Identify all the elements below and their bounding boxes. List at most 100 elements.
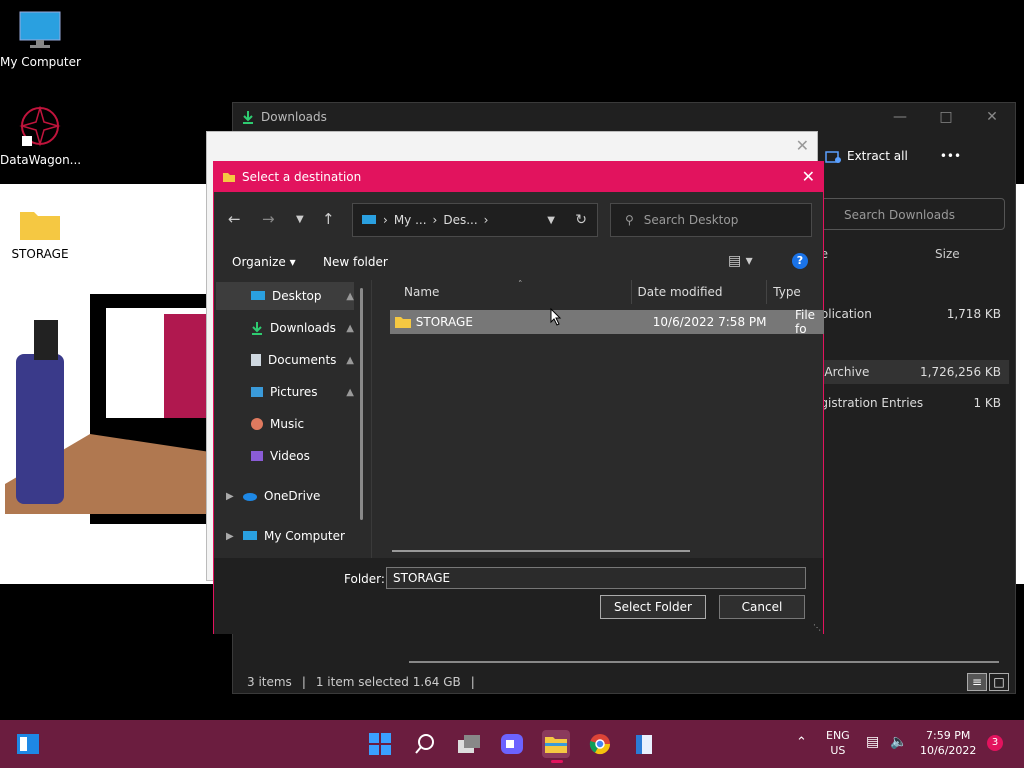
horizontal-scrollbar[interactable] [409,661,999,663]
monitor-icon [251,291,265,300]
pin-icon[interactable]: ▲ [346,355,354,366]
search-icon[interactable] [411,730,439,758]
cancel-button[interactable]: Cancel [719,595,805,619]
pin-icon[interactable]: ▲ [346,291,354,302]
network-icon[interactable]: ▤ [866,734,879,750]
sidebar-item-desktop[interactable]: Desktop ▲ [216,282,354,310]
up-icon[interactable]: ↑ [322,210,335,228]
more-options-button[interactable]: ••• [940,149,961,163]
clock[interactable]: 7:59 PM 10/6/2022 [920,728,976,758]
clock-time: 7:59 PM [926,729,971,742]
start-icon[interactable] [366,730,394,758]
vertical-scrollbar[interactable] [360,288,363,520]
divider: | [301,675,306,689]
dialog-titlebar[interactable]: Select a destination ✕ [214,162,823,192]
pin-icon[interactable]: ▲ [346,323,354,334]
chat-icon[interactable] [498,730,526,758]
close-icon[interactable]: ✕ [969,103,1015,131]
notification-badge[interactable]: 3 [987,735,1003,751]
tiles-view-icon[interactable]: □ [989,673,1009,691]
minimize-icon[interactable]: — [877,103,923,131]
monitor-icon [243,531,257,540]
sidebar-item-my-computer[interactable]: ▶ My Computer [216,522,354,550]
command-bar: Organize ▾ New folder ▤ ▾ ? [214,249,823,275]
widgets-icon[interactable] [14,730,42,758]
sidebar-item-downloads[interactable]: Downloads ▲ [216,314,354,342]
close-icon[interactable]: ✕ [796,136,809,155]
chevron-down-icon[interactable]: ▼ [296,214,304,225]
list-item[interactable]: pplication 1,718 KB [813,302,1009,326]
col-size[interactable]: Size [935,247,960,261]
music-icon [251,418,263,430]
search-desktop-input[interactable]: ⚲ Search Desktop [610,203,812,237]
language-indicator[interactable]: ENG US [826,728,850,758]
archive-icon [825,151,841,163]
chevron-up-icon[interactable]: ⌃ [796,735,807,750]
new-folder-button[interactable]: New folder [323,255,388,269]
sidebar-item-documents[interactable]: Documents ▲ [216,346,354,374]
notepad-icon[interactable] [630,730,658,758]
resize-grip-icon[interactable]: ⋱ [813,623,821,632]
task-view-icon[interactable] [455,730,483,758]
pin-icon[interactable]: ▲ [346,387,354,398]
col-type[interactable]: Type [767,280,824,304]
sidebar-item-label: Music [270,417,305,431]
chevron-right-icon[interactable]: ▶ [226,531,234,542]
folder-field[interactable]: STORAGE [386,567,806,589]
sidebar-item-onedrive[interactable]: ▶ OneDrive [216,482,354,510]
desktop-icon-my-computer[interactable]: My Computer [0,10,81,69]
sidebar-item-music[interactable]: Music [216,410,354,438]
table-row[interactable]: STORAGE 10/6/2022 7:58 PM File fo [390,308,824,336]
file-explorer-icon[interactable] [542,730,570,758]
col-date[interactable]: Date modified [632,280,768,304]
address-bar[interactable]: › My ... › Des... › ▼ ↻ [352,203,598,237]
view-options-icon[interactable]: ▤ ▾ [728,253,753,269]
clock-date: 10/6/2022 [920,744,977,757]
breadcrumb-item[interactable]: Des... [443,213,477,227]
navigation-bar: ← → ▼ ↑ › My ... › Des... › ▼ ↻ ⚲ Search… [214,203,823,237]
close-icon[interactable]: ✕ [802,167,815,186]
row-size: 1,718 KB [946,307,1001,321]
chrome-icon[interactable] [586,730,614,758]
list-item[interactable]: p Archive 1,726,256 KB [813,360,1009,384]
download-icon [252,322,262,335]
back-icon[interactable]: ← [228,210,241,228]
maximize-icon[interactable]: □ [923,103,969,131]
select-folder-button[interactable]: Select Folder [600,595,706,619]
breadcrumb-item[interactable]: My ... [394,213,427,227]
forward-icon[interactable]: → [262,210,275,228]
desktop-icon-datawagon[interactable]: DataWagon... [0,105,82,167]
row-type: egistration Entries [813,396,924,410]
status-selected: 1 item selected 1.64 GB [315,675,461,689]
downloads-search-input[interactable]: Search Downloads [811,198,1005,230]
list-item[interactable]: egistration Entries 1 KB [813,391,1009,415]
help-icon[interactable]: ? [792,253,808,269]
chevron-right-icon[interactable]: ▶ [226,491,234,502]
desktop-icon-storage[interactable]: STORAGE [0,206,80,261]
col-name[interactable]: Name [374,280,632,304]
extract-all-label: Extract all [847,149,908,163]
mandala-icon [19,105,61,147]
sidebar-item-pictures[interactable]: Pictures ▲ [216,378,354,406]
taskbar: ⌃ ENG US ▤ 🔈 7:59 PM 10/6/2022 [0,720,1024,768]
sidebar-item-label: OneDrive [264,489,321,503]
chevron-down-icon[interactable]: ▼ [547,215,555,226]
desktop-icon-label: DataWagon... [0,153,82,167]
file-date: 10/6/2022 7:58 PM [652,315,767,329]
search-icon: ⚲ [625,213,634,227]
sidebar-item-label: My Computer [264,529,345,543]
details-view-icon[interactable]: ≡ [967,673,987,691]
cloud-icon [243,493,257,501]
download-icon [243,111,253,124]
select-destination-dialog[interactable]: Select a destination ✕ ← → ▼ ↑ › My ... … [213,161,824,634]
refresh-icon[interactable]: ↻ [575,212,587,228]
search-placeholder: Search Downloads [844,208,955,222]
volume-icon[interactable]: 🔈 [890,734,907,750]
organize-button[interactable]: Organize ▾ [232,255,296,269]
sidebar-item-videos[interactable]: Videos [216,442,354,470]
monitor-icon [19,11,61,48]
extract-all-button[interactable]: Extract all [825,149,908,163]
horizontal-scrollbar[interactable] [392,550,690,552]
video-icon [251,451,263,461]
file-type: File fo [794,308,816,336]
